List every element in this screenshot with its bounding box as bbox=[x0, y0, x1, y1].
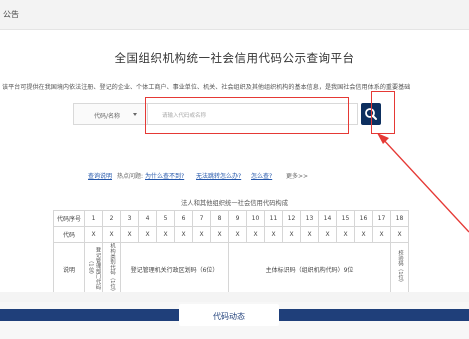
table-cell: 9 bbox=[228, 210, 247, 227]
page-title: 全国组织机构统一社会信用代码公示查询平台 bbox=[114, 51, 355, 65]
table-cell: X bbox=[192, 226, 211, 243]
table-cell: 17 bbox=[372, 210, 391, 227]
table-cell: 14 bbox=[318, 210, 337, 227]
desc-org-type: 机构类别代码（1位） bbox=[109, 243, 115, 295]
table-cell: 3 bbox=[120, 210, 139, 227]
table-cell: X bbox=[156, 226, 175, 243]
chevron-down-icon bbox=[133, 113, 137, 116]
search-type-select[interactable]: 代码/名称 bbox=[73, 103, 147, 125]
table-cell: X bbox=[84, 226, 103, 243]
table-row: 代码 X X X X X X X X X X X X X X X X X X bbox=[53, 226, 409, 243]
table-cell: X bbox=[138, 226, 157, 243]
table-cell: 8 bbox=[210, 210, 229, 227]
table-cell: 6 bbox=[174, 210, 193, 227]
table-cell: 5 bbox=[156, 210, 175, 227]
desc-cell: 校验码（1位） bbox=[390, 242, 409, 296]
highlight-box-search bbox=[145, 97, 349, 134]
desc-cell: 登记管理部门代码（1位） bbox=[84, 242, 103, 296]
table-cell: X bbox=[246, 226, 265, 243]
table-cell: X bbox=[102, 226, 121, 243]
highlight-box-button bbox=[371, 91, 395, 134]
table-row: 说明 登记管理部门代码（1位） 机构类别代码（1位） 登记管理机关行政区划码（6… bbox=[53, 242, 409, 296]
table-cell: 1 bbox=[84, 210, 103, 227]
help-link[interactable]: 查询说明 bbox=[88, 171, 112, 180]
desc-region: 登记管理机关行政区划码（6位） bbox=[120, 242, 229, 296]
table-cell: 13 bbox=[300, 210, 319, 227]
table-cell: X bbox=[120, 226, 139, 243]
table-cell: X bbox=[264, 226, 283, 243]
faq-link-3[interactable]: 怎么查? bbox=[251, 171, 272, 180]
table-cell: 16 bbox=[354, 210, 373, 227]
structure-title: 法人和其他组织统一社会信用代码构成 bbox=[180, 200, 289, 207]
table-cell: 18 bbox=[390, 210, 409, 227]
more-link[interactable]: 更多>> bbox=[286, 171, 308, 180]
row-label: 代码 bbox=[53, 226, 85, 243]
divider bbox=[0, 292, 469, 302]
table-cell: 15 bbox=[336, 210, 355, 227]
table-cell: X bbox=[282, 226, 301, 243]
section-label: 代码动态 bbox=[213, 312, 245, 321]
table-cell: X bbox=[300, 226, 319, 243]
table-row: 代码序号 1 2 3 4 5 6 7 8 9 10 11 12 13 14 15… bbox=[53, 210, 409, 227]
table-cell: X bbox=[210, 226, 229, 243]
table-cell: 7 bbox=[192, 210, 211, 227]
desc-subject-id: 主体标识码（组织机构代码）9位 bbox=[228, 242, 391, 296]
table-cell: X bbox=[318, 226, 337, 243]
code-structure-table: 代码序号 1 2 3 4 5 6 7 8 9 10 11 12 13 14 15… bbox=[53, 210, 409, 296]
table-cell: X bbox=[372, 226, 391, 243]
table-cell: 4 bbox=[138, 210, 157, 227]
table-cell: X bbox=[354, 226, 373, 243]
table-cell: X bbox=[336, 226, 355, 243]
table-cell: X bbox=[174, 226, 193, 243]
faq-link-1[interactable]: 为什么查不到? bbox=[145, 171, 184, 180]
main-card: 全国组织机构统一社会信用代码公示查询平台 该平台可提供在我国境内依法注册、登记的… bbox=[0, 30, 469, 296]
row-label: 说明 bbox=[53, 242, 85, 296]
intro-text: 该平台可提供在我国境内依法注册、登记的企业、个体工商户、事业单位、机关、社会组织… bbox=[2, 84, 411, 91]
table-cell: 10 bbox=[246, 210, 265, 227]
table-cell: 2 bbox=[102, 210, 121, 227]
desc-cell: 机构类别代码（1位） bbox=[102, 242, 121, 296]
table-cell: 11 bbox=[264, 210, 283, 227]
top-bar: 公告 bbox=[0, 0, 469, 30]
table-cell: X bbox=[228, 226, 247, 243]
notice-tab[interactable]: 公告 bbox=[3, 9, 19, 20]
desc-registry-dept: 登记管理部门代码（1位） bbox=[87, 246, 101, 290]
row-label: 代码序号 bbox=[53, 210, 85, 227]
hot-issues-label: 热点问题: bbox=[117, 173, 144, 180]
faq-link-2[interactable]: 无法跳转怎么办? bbox=[196, 171, 241, 180]
search-type-label: 代码/名称 bbox=[94, 113, 121, 120]
table-cell: X bbox=[390, 226, 409, 243]
desc-check-digit: 校验码（1位） bbox=[397, 250, 403, 286]
table-cell: 12 bbox=[282, 210, 301, 227]
